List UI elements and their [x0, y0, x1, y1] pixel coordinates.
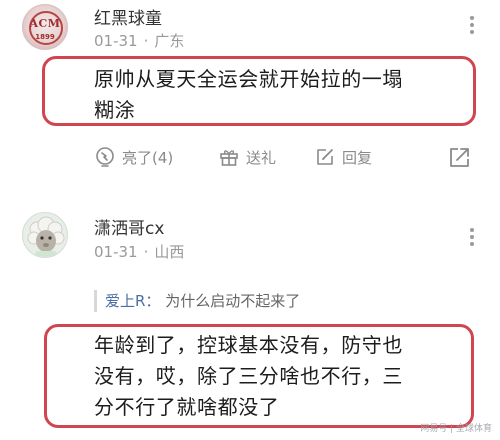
avatar[interactable]: ACM 1899 [22, 4, 68, 50]
comment-username[interactable]: 潇洒哥cx [94, 214, 164, 239]
reply-icon [317, 149, 333, 165]
comment-actions: 亮了(4) 送礼 回复 [94, 146, 484, 168]
reply-label: 回复 [342, 148, 373, 167]
like-label: 亮了(4) [122, 148, 174, 167]
share-icon [450, 148, 469, 167]
avatar-year: 1899 [35, 33, 55, 41]
meta-separator: · [143, 32, 149, 50]
avatar-monogram: ACM [29, 17, 61, 30]
kebab-menu-icon[interactable] [470, 16, 476, 37]
kebab-menu-icon[interactable] [470, 228, 476, 249]
comment-username[interactable]: 红黑球童 [94, 4, 162, 29]
share-button[interactable] [448, 146, 478, 168]
comment-date: 01-31 [94, 243, 138, 261]
avatar[interactable] [22, 212, 68, 258]
comment-location: 山西 [154, 243, 185, 261]
sheep-avatar-icon [27, 216, 65, 257]
comment-text: 年龄到了，控球基本没有，防守也 没有，哎，除了三分啥也不行，三 分不行了就啥都没… [94, 330, 403, 423]
comment-text-line: 原帅从夏天全运会就开始拉的一塌 [94, 67, 403, 91]
comment-text-line: 糊涂 [94, 98, 136, 122]
quoted-text: 为什么启动不起来了 [165, 292, 301, 310]
like-button[interactable]: 亮了(4) [94, 146, 173, 168]
like-icon [96, 147, 114, 167]
meta-separator: · [143, 243, 149, 261]
comment-text-line: 分不行了就啥都没了 [94, 395, 280, 419]
comment-location: 广东 [154, 32, 185, 50]
comment-text-line: 年龄到了，控球基本没有，防守也 [94, 333, 403, 357]
quoted-username: 爱上R： [105, 292, 161, 310]
comment-text: 原帅从夏天全运会就开始拉的一塌 糊涂 [94, 64, 403, 126]
gift-label: 送礼 [246, 148, 277, 167]
gift-button[interactable]: 送礼 [218, 146, 276, 168]
reply-button[interactable]: 回复 [314, 146, 372, 168]
comment-meta: 01-31 · 山西 [94, 241, 184, 262]
watermark: 网易号 | 全球体育 [420, 424, 492, 434]
comment-meta: 01-31 · 广东 [94, 30, 184, 51]
comment-text-line: 没有，哎，除了三分啥也不行，三 [94, 364, 403, 388]
gift-icon [220, 150, 238, 166]
quoted-reply[interactable]: 爱上R： 为什么启动不起来了 [94, 290, 490, 312]
comment-date: 01-31 [94, 32, 138, 50]
